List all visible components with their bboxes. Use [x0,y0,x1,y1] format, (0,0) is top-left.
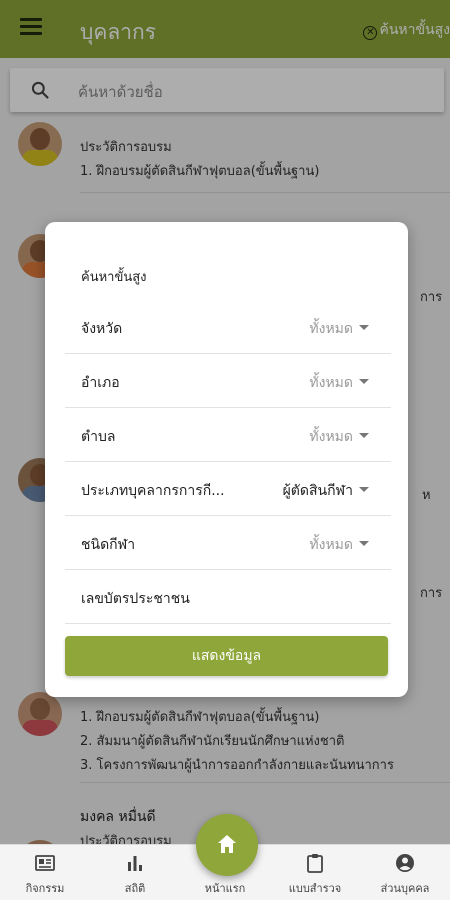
show-data-button[interactable]: แสดงข้อมูล [65,636,388,676]
dialog-title: ค้นหาขั้นสูง [81,270,147,285]
subdistrict-select[interactable]: ตำบล ทั้งหมด [65,408,391,462]
sport-type-select[interactable]: ชนิดกีฬา ทั้งหมด [65,516,391,570]
caret-down-icon [359,325,369,330]
home-icon [218,835,236,853]
id-card-field[interactable]: เลขบัตรประชาชน [65,570,391,624]
filter-label: ประเภทบุคลากรการกี... [81,483,225,499]
nav-survey[interactable]: แบบสำรวจ [270,845,360,900]
filter-value: ทั้งหมด [309,537,353,553]
district-select[interactable]: อำเภอ ทั้งหมด [65,354,391,408]
home-button[interactable] [196,814,258,876]
clipboard-icon [307,854,323,873]
caret-down-icon [359,487,369,492]
personnel-type-select[interactable]: ประเภทบุคลากรการกี... ผู้ตัดสินกีฬา [65,462,391,516]
filter-label: อำเภอ [81,375,120,391]
news-icon [35,855,55,871]
nav-label: กิจกรรม [25,882,65,895]
nav-label: แบบสำรวจ [288,882,342,895]
province-select[interactable]: จังหวัด ทั้งหมด [65,300,391,354]
filter-value: ทั้งหมด [309,321,353,337]
caret-down-icon [359,379,369,384]
nav-statistics[interactable]: สถิติ [90,845,180,900]
filter-value: ทั้งหมด [309,429,353,445]
nav-label: หน้าแรก [204,882,246,895]
caret-down-icon [359,541,369,546]
account-circle-icon [396,854,414,872]
bar-chart-icon [128,856,142,871]
filter-value: ผู้ตัดสินกีฬา [282,483,353,499]
filter-label: ตำบล [81,429,116,445]
nav-activities[interactable]: กิจกรรม [0,845,90,900]
filter-label: จังหวัด [81,321,123,337]
advanced-search-dialog: ค้นหาขั้นสูง จังหวัด ทั้งหมด อำเภอ ทั้งห… [45,222,408,697]
nav-label: ส่วนบุคคล [380,882,430,895]
filter-value: ทั้งหมด [309,375,353,391]
id-card-label: เลขบัตรประชาชน [81,591,190,607]
nav-label: สถิติ [124,882,146,895]
filter-label: ชนิดกีฬา [81,537,136,553]
nav-profile[interactable]: ส่วนบุคคล [360,845,450,900]
caret-down-icon [359,433,369,438]
